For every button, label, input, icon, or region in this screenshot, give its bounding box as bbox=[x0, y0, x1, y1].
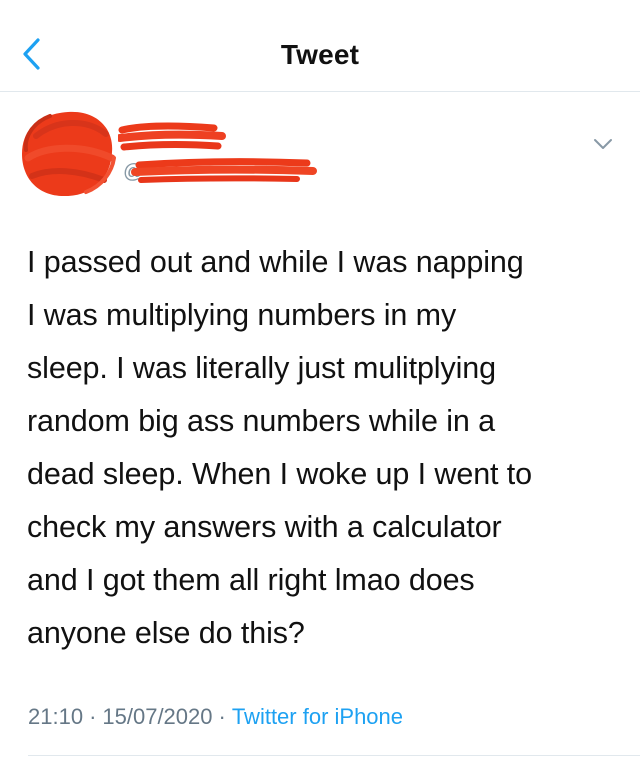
tweet-time: 21:10 bbox=[28, 704, 84, 729]
meta-separator: · bbox=[89, 704, 97, 729]
divider bbox=[28, 755, 640, 756]
tweet-source-link[interactable]: Twitter for iPhone bbox=[232, 704, 403, 729]
avatar[interactable] bbox=[16, 106, 120, 202]
tweet-metadata: 21:10 · 15/07/2020 · Twitter for iPhone bbox=[28, 704, 403, 730]
tweet-author: @ bbox=[0, 92, 640, 220]
meta-separator: · bbox=[218, 704, 226, 729]
handle[interactable]: @ bbox=[117, 155, 317, 189]
tweet-date: 15/07/2020 bbox=[102, 704, 213, 729]
tweet-menu-button[interactable] bbox=[592, 136, 614, 152]
chevron-down-icon bbox=[594, 139, 612, 149]
tweet-text: I passed out and while I was napping I w… bbox=[27, 245, 533, 650]
display-name-redaction bbox=[118, 122, 226, 151]
page-title: Tweet bbox=[280, 39, 360, 70]
top-bar: Tweet bbox=[0, 0, 640, 92]
handle-redaction bbox=[131, 158, 317, 183]
